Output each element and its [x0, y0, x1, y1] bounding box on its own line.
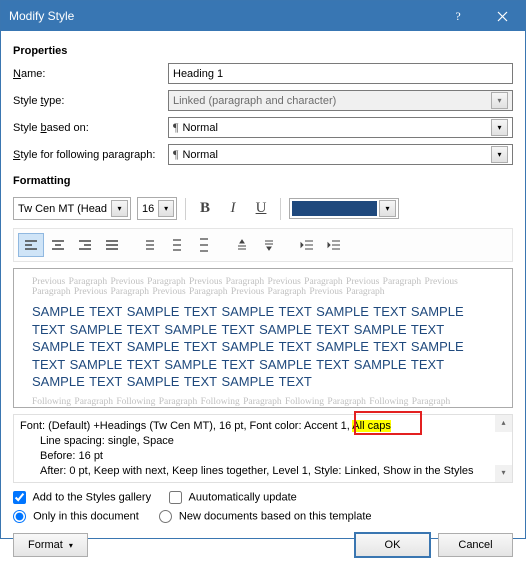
chevron-down-icon: ▾ — [491, 92, 508, 109]
properties-heading: Properties — [13, 45, 513, 57]
only-this-document-radio[interactable]: Only in this document — [13, 510, 139, 523]
justify-button[interactable] — [99, 233, 125, 257]
format-button[interactable]: Format — [13, 533, 88, 557]
color-swatch — [292, 201, 377, 216]
help-button[interactable]: ? — [435, 1, 480, 31]
chevron-down-icon[interactable]: ▾ — [158, 200, 174, 217]
font-size-value: 16 — [142, 203, 154, 215]
align-right-button[interactable] — [72, 233, 98, 257]
align-left-button[interactable] — [18, 233, 44, 257]
bold-button[interactable]: B — [194, 198, 216, 220]
underline-button[interactable]: U — [250, 198, 272, 220]
spacing-1-button[interactable] — [137, 233, 163, 257]
based-on-combo[interactable]: ¶Normal ▾ — [168, 117, 513, 138]
following-value: ¶Normal — [173, 147, 218, 162]
following-combo[interactable]: ¶Normal ▾ — [168, 144, 513, 165]
font-size-combo[interactable]: 16 ▾ — [137, 197, 177, 220]
following-label: Style for following paragraph: — [13, 149, 168, 161]
chevron-down-icon[interactable]: ▾ — [379, 200, 396, 217]
space-before-inc-button[interactable] — [229, 233, 255, 257]
window-title: Modify Style — [9, 9, 435, 23]
close-button[interactable] — [480, 1, 525, 31]
scroll-down-icon[interactable]: ▾ — [495, 465, 512, 482]
new-documents-radio[interactable]: New documents based on this template — [159, 510, 372, 523]
chevron-down-icon[interactable]: ▾ — [491, 146, 508, 163]
font-color-combo[interactable]: ▾ — [289, 198, 399, 219]
sample-text: SAMPLE TEXT SAMPLE TEXT SAMPLE TEXT SAMP… — [32, 303, 494, 391]
based-on-label: Style based on: — [13, 122, 168, 134]
preview-pane: Previous Paragraph Previous Paragraph Pr… — [13, 268, 513, 408]
chevron-down-icon[interactable]: ▾ — [491, 119, 508, 136]
indent-inc-button[interactable] — [321, 233, 347, 257]
italic-button[interactable]: I — [222, 198, 244, 220]
style-description: ▴ ▾ Font: (Default) +Headings (Tw Cen MT… — [13, 414, 513, 483]
paragraph-toolbar — [13, 228, 513, 262]
scroll-up-icon[interactable]: ▴ — [495, 415, 512, 432]
name-label: Name: — [13, 68, 168, 80]
highlighted-text: All caps — [352, 420, 391, 432]
name-value: Heading 1 — [173, 68, 223, 80]
style-type-label: Style type: — [13, 95, 168, 107]
font-name-value: Tw Cen MT (Headi — [18, 203, 107, 215]
font-name-combo[interactable]: Tw Cen MT (Headi ▾ — [13, 197, 131, 220]
based-on-value: ¶Normal — [173, 120, 218, 135]
spacing-15-button[interactable] — [164, 233, 190, 257]
align-center-button[interactable] — [45, 233, 71, 257]
titlebar: Modify Style ? — [1, 1, 525, 31]
cancel-button[interactable]: Cancel — [438, 533, 513, 557]
svg-text:?: ? — [455, 10, 460, 22]
space-before-dec-button[interactable] — [256, 233, 282, 257]
spacing-2-button[interactable] — [191, 233, 217, 257]
ok-button[interactable]: OK — [355, 533, 430, 557]
indent-dec-button[interactable] — [294, 233, 320, 257]
add-to-gallery-checkbox[interactable]: Add to the Styles gallery — [13, 491, 151, 504]
formatting-heading: Formatting — [13, 175, 513, 187]
auto-update-checkbox[interactable]: Auutomatically update — [169, 491, 297, 504]
style-type-value: Linked (paragraph and character) — [173, 95, 336, 107]
name-input[interactable]: Heading 1 — [168, 63, 513, 84]
chevron-down-icon[interactable]: ▾ — [111, 200, 128, 217]
style-type-combo: Linked (paragraph and character) ▾ — [168, 90, 513, 111]
